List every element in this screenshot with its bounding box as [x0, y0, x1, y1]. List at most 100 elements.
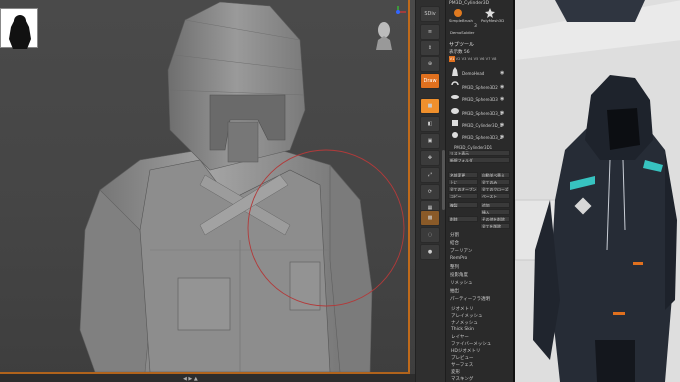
op-label: 削除 [450, 217, 458, 222]
sdiv-label: SDiv [424, 11, 436, 17]
delete-button[interactable]: 削除 [448, 216, 478, 222]
append-button[interactable]: 追加 [480, 202, 510, 208]
menu-boolean[interactable]: ブーリアン [450, 248, 472, 254]
menu-polygroups[interactable]: パーティーフラ透明 [450, 296, 490, 302]
sculpt-model [79, 1, 405, 373]
insert-button[interactable]: 挿入 [480, 209, 510, 215]
scroll-icon[interactable]: ⇕ [420, 40, 440, 56]
subtool-thumb-icon [452, 132, 458, 138]
right-tool-shelf: SDiv ≡ ⇕ ⊕ Draw ■ ◧ ▣ ✥ ⤢ ⟳ ▦ ▩ ◌ ● [415, 0, 445, 382]
transp-button[interactable]: ▩ [420, 210, 440, 226]
ghost-icon[interactable]: ◌ [420, 227, 440, 243]
op-label: 全てのオープン [450, 187, 477, 192]
op-label: コピー [450, 194, 462, 199]
zoom-icon[interactable]: ⊕ [420, 56, 440, 72]
aahalf-icon[interactable]: ◧ [420, 116, 440, 132]
menu-surface[interactable]: サーフェス [451, 362, 473, 368]
tool-palette: PM3D_Cylinder3D SimpleBrush PolyMesh3D 3… [445, 0, 513, 382]
op-label: 全てのクローズ [482, 187, 509, 192]
subdivision-levels[interactable]: V1V2V3V4V5V6V7V8 [449, 56, 511, 62]
duplicate-button[interactable]: 複製 [448, 202, 478, 208]
menu-hd-geometry[interactable]: HDジオメトリ [451, 348, 480, 354]
close-all-button[interactable]: 全てのクローズ [480, 186, 510, 192]
menu-align[interactable]: 整列 [450, 264, 459, 270]
subtool-header[interactable]: サブツール [449, 41, 474, 48]
eye-icon[interactable]: ◉ [500, 70, 504, 76]
menu-split[interactable]: 分割 [450, 232, 459, 238]
eye-icon[interactable]: ◉ [500, 110, 504, 116]
op-label: 挿入 [482, 210, 490, 215]
solo-icon[interactable]: ● [420, 244, 440, 260]
menu-rempro[interactable]: RemPro [450, 256, 467, 261]
menu-extract[interactable]: 抽出 [450, 288, 459, 294]
op-label: ペースト [482, 194, 497, 199]
all-only-button[interactable]: 全てのみ [480, 179, 510, 185]
paste-button[interactable]: ペースト [480, 193, 510, 199]
menu-nanomesh[interactable]: ナノメッシュ [451, 320, 478, 326]
new-folder-button[interactable]: 新規フォルダ [448, 157, 510, 163]
draw-button[interactable]: Draw [420, 73, 440, 89]
subtool-item[interactable]: PM3D_Sphere3D2 ◉ [450, 80, 510, 92]
auto-sort-button[interactable]: 自動並べ替え [480, 172, 510, 178]
move-icon[interactable]: ✥ [420, 150, 440, 166]
brush-1-label: SimpleBrush [449, 18, 473, 23]
subtool-item[interactable]: PM3D_Sphere3D3_1 ◉ [450, 106, 510, 118]
rename-button[interactable]: 名前変更 [448, 172, 478, 178]
op-label: 全てを削除 [482, 224, 501, 229]
menu-preview[interactable]: プレビュー [451, 355, 474, 361]
subtool-name: PM3D_Cylinder3D_1 [462, 123, 503, 128]
op-label: 名前変更 [450, 173, 466, 178]
subtool-name: DemoHead [462, 71, 485, 76]
simplebrush-icon[interactable] [452, 8, 464, 18]
subtool-item[interactable]: PM3D_Cylinder3D_1 ◉ [450, 118, 510, 130]
menu-layers[interactable]: レイヤー [451, 334, 469, 340]
copy-button[interactable]: コピー [448, 193, 478, 199]
frame-icon[interactable]: ▣ [420, 133, 440, 149]
op-label: 追加 [482, 203, 490, 208]
move-up-button[interactable]: 上に [448, 179, 478, 185]
menu-project[interactable]: 投影角度 [450, 272, 468, 278]
eye-icon[interactable]: ◉ [500, 96, 504, 102]
menu-deformation[interactable]: 変形 [451, 369, 460, 375]
list-all-button[interactable]: リスト表示 [448, 150, 510, 156]
subtool-thumb-icon [452, 120, 458, 126]
subtool-thumb-icon [452, 67, 458, 76]
list-all-label: リスト表示 [450, 151, 469, 156]
level-v8[interactable]: V8 [491, 56, 497, 62]
draw-label: Draw [423, 78, 437, 84]
delete-all-button[interactable]: 全てを削除 [480, 223, 510, 229]
palette-top-label: PM3D_Cylinder3D [449, 1, 490, 6]
actual-button[interactable]: ■ [420, 98, 440, 114]
thumbnail-silhouette [0, 8, 38, 49]
menu-thick-skin[interactable]: Thick Skin [451, 327, 474, 332]
subtool-item[interactable]: PM3D_Sphere3D3 ◉ [450, 92, 510, 104]
eye-icon[interactable]: ◉ [500, 84, 504, 90]
delete-other-button[interactable]: その他を削除 [480, 216, 510, 222]
navigation-head-icon[interactable] [372, 6, 412, 50]
op-label: 複製 [450, 203, 458, 208]
subtool-name: PM3D_Sphere3D3 [462, 97, 498, 102]
sdiv-button[interactable]: SDiv [420, 6, 440, 22]
3d-viewport[interactable]: ◀ ▶ ▲ [0, 0, 415, 382]
op-label: 上に [450, 180, 458, 185]
polymesh-star-icon[interactable] [484, 8, 496, 18]
subtool-thumb-icon [451, 95, 459, 99]
rotate-icon[interactable]: ⟳ [420, 184, 440, 200]
brush-2-label: PolyMesh3D [481, 18, 505, 23]
menu-fibermesh[interactable]: ファイバーメッシュ [451, 341, 491, 347]
menu-merge[interactable]: 結合 [450, 240, 459, 246]
menu-remesh[interactable]: リメッシュ [450, 280, 473, 286]
menu-geometry[interactable]: ジオメトリ [451, 306, 474, 312]
demo-label: DemoSoldier [450, 30, 475, 35]
bpr-button[interactable]: ≡ [420, 24, 440, 40]
open-all-button[interactable]: 全てのオープン [448, 186, 478, 192]
bottom-arrow-icon[interactable]: ◀ ▶ ▲ [183, 376, 223, 382]
reference-character-illustration [515, 0, 680, 382]
menu-arraymesh[interactable]: アレイメッシュ [451, 313, 483, 319]
menu-masking[interactable]: マスキング [451, 376, 473, 382]
scale-icon[interactable]: ⤢ [420, 167, 440, 183]
subtool-item[interactable]: DemoHead ◉ [450, 66, 510, 78]
bottom-status-strip: ◀ ▶ ▲ [0, 374, 415, 382]
new-folder-label: 新規フォルダ [450, 158, 473, 163]
eye-icon[interactable]: ◉ [500, 122, 504, 128]
